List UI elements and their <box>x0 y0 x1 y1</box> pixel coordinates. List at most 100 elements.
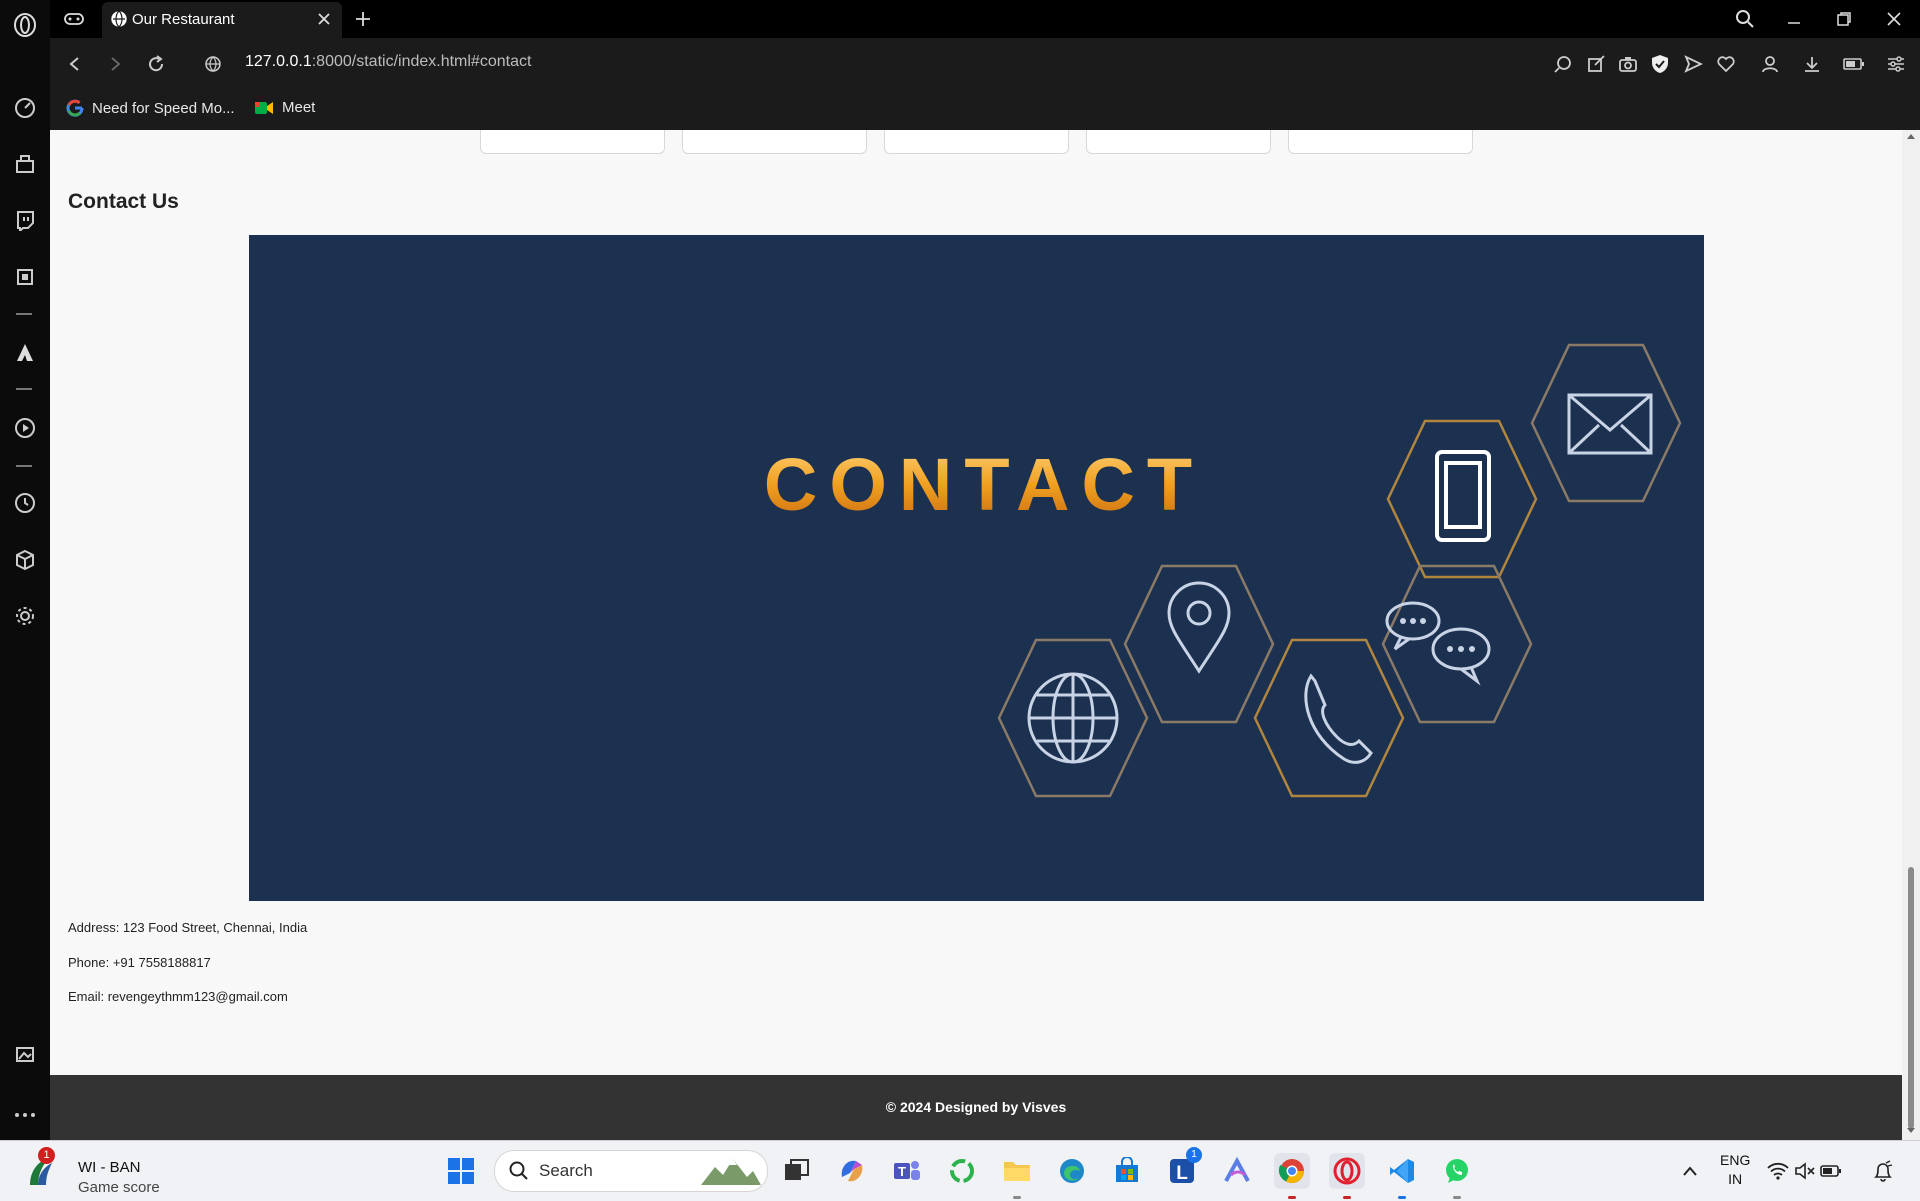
speaker-muted-icon[interactable] <box>1792 1153 1818 1189</box>
bookmark-label: Need for Speed Mo... <box>92 99 235 117</box>
vscode-icon[interactable] <box>1384 1153 1420 1189</box>
notifications-bell-icon[interactable] <box>1868 1153 1898 1189</box>
sidebar-separator <box>16 388 32 390</box>
aria-icon[interactable] <box>12 339 38 365</box>
chrome-icon[interactable] <box>1274 1153 1310 1189</box>
teams-icon[interactable]: T <box>889 1153 925 1189</box>
globe-favicon-icon <box>110 10 128 28</box>
new-tab-plus-icon[interactable] <box>350 6 376 32</box>
edge-icon[interactable] <box>1054 1153 1090 1189</box>
opera-sidebar <box>0 0 50 1140</box>
chat-icon <box>1385 601 1491 686</box>
svg-text:L: L <box>1176 1163 1188 1184</box>
language-indicator[interactable]: ENG IN <box>1720 1151 1750 1189</box>
history-icon[interactable] <box>12 490 38 516</box>
weather-widget[interactable]: 1 WI - BAN Game score <box>14 1147 254 1196</box>
hex-mail <box>1530 343 1682 503</box>
contact-phone: Phone: +91 7558188817 <box>68 955 211 970</box>
send-icon[interactable] <box>1680 51 1706 77</box>
windows-taskbar: 1 WI - BAN Game score Search T L 1 ENG I… <box>0 1140 1920 1201</box>
lang-top: ENG <box>1720 1152 1751 1168</box>
bookmark-label: Meet <box>282 99 316 116</box>
opera-logo-icon[interactable] <box>12 12 38 38</box>
ad-blocker-shield-icon[interactable] <box>1647 51 1673 77</box>
more-dots-icon[interactable] <box>12 1102 38 1128</box>
battery-saver-icon[interactable] <box>1841 51 1867 77</box>
app-ring-icon[interactable] <box>944 1153 980 1189</box>
bookmark-need-for-speed[interactable]: Need for Speed Mo... <box>66 99 235 117</box>
twitch-icon[interactable] <box>12 207 38 233</box>
opera-taskbar-icon[interactable] <box>1329 1153 1365 1189</box>
close-tab-icon[interactable] <box>316 11 332 27</box>
page-footer: © 2024 Designed by Visves <box>50 1075 1902 1140</box>
close-window-icon[interactable] <box>1876 6 1912 32</box>
sidebar-separator <box>16 465 32 467</box>
search-tabs-icon[interactable] <box>1727 6 1763 32</box>
workspace-icon[interactable] <box>12 151 38 177</box>
wifi-icon[interactable] <box>1765 1153 1791 1189</box>
scroll-up-arrow-icon[interactable] <box>1907 133 1915 139</box>
search-placeholder: Search <box>539 1161 593 1180</box>
taskbar-search-box[interactable]: Search <box>494 1150 768 1192</box>
easy-setup-icon[interactable] <box>1883 51 1909 77</box>
running-indicator <box>1013 1196 1021 1199</box>
download-icon[interactable] <box>1799 51 1825 77</box>
back-arrow-icon[interactable] <box>62 51 88 77</box>
page-scrollbar[interactable] <box>1902 130 1920 1140</box>
menu-card <box>480 130 665 154</box>
google-icon <box>66 99 84 117</box>
hex-phone <box>1253 638 1405 798</box>
running-indicator <box>1398 1196 1406 1199</box>
globe-icon <box>1027 672 1119 764</box>
settings-gear-icon[interactable] <box>12 603 38 629</box>
share-edit-icon[interactable] <box>1583 51 1609 77</box>
bookmark-meet[interactable]: Meet <box>254 99 315 116</box>
bookmarks-bar: Need for Speed Mo... Meet <box>50 90 1920 130</box>
scroll-down-arrow-icon[interactable] <box>1907 1128 1915 1134</box>
whatsapp-icon[interactable] <box>1439 1153 1475 1189</box>
page-viewport: Contact Us CONTACT Address: 123 Food Str… <box>50 130 1902 1075</box>
arc-app-icon[interactable] <box>1219 1153 1255 1189</box>
location-icon <box>1167 581 1231 674</box>
scroll-thumb[interactable] <box>1908 867 1914 1129</box>
address-field[interactable]: 127.0.0.1:8000/static/index.html#contact <box>245 53 531 71</box>
battery-icon[interactable] <box>1818 1153 1844 1189</box>
task-view-icon[interactable] <box>779 1153 815 1189</box>
ai-chip-icon[interactable] <box>12 264 38 290</box>
extensions-cube-icon[interactable] <box>12 547 38 573</box>
copilot-icon[interactable] <box>834 1153 870 1189</box>
show-hidden-icons-chevron-icon[interactable] <box>1672 1153 1708 1189</box>
start-windows-icon[interactable] <box>443 1153 479 1189</box>
navigation-bar: 127.0.0.1:8000/static/index.html#contact <box>50 38 1920 90</box>
running-indicator <box>1343 1196 1351 1199</box>
tab-title: Our Restaurant <box>132 11 235 28</box>
game-controller-icon[interactable] <box>60 6 88 32</box>
restore-icon[interactable] <box>1826 6 1862 32</box>
snapshot-camera-icon[interactable] <box>1615 51 1641 77</box>
file-explorer-icon[interactable] <box>999 1153 1035 1189</box>
contact-heading: Contact Us <box>68 190 179 213</box>
reload-icon[interactable] <box>143 51 169 77</box>
menu-card <box>1086 130 1271 154</box>
player-icon[interactable] <box>12 415 38 441</box>
bookmark-heart-icon[interactable] <box>1713 51 1739 77</box>
menu-card <box>884 130 1069 154</box>
running-indicator <box>1453 1196 1461 1199</box>
hex-chat <box>1381 564 1533 724</box>
contact-banner-image: CONTACT <box>249 235 1704 901</box>
phone-icon <box>1304 673 1373 764</box>
letter-l-app-icon[interactable]: L 1 <box>1164 1147 1202 1189</box>
footer-copyright: © 2024 Designed by Visves <box>885 1099 1067 1115</box>
minimize-icon[interactable] <box>1776 6 1812 32</box>
tab-our-restaurant[interactable]: Our Restaurant <box>102 2 342 38</box>
gallery-icon[interactable] <box>12 1041 38 1067</box>
forward-arrow-icon[interactable] <box>102 51 128 77</box>
speed-dial-icon[interactable] <box>12 95 38 121</box>
search-in-page-icon[interactable] <box>1550 51 1576 77</box>
weather-subtitle: Game score <box>78 1179 160 1196</box>
menu-card <box>682 130 867 154</box>
mail-icon <box>1567 393 1653 455</box>
microsoft-store-icon[interactable] <box>1109 1153 1145 1189</box>
profile-icon[interactable] <box>1757 51 1783 77</box>
site-info-globe-icon[interactable] <box>200 51 226 77</box>
